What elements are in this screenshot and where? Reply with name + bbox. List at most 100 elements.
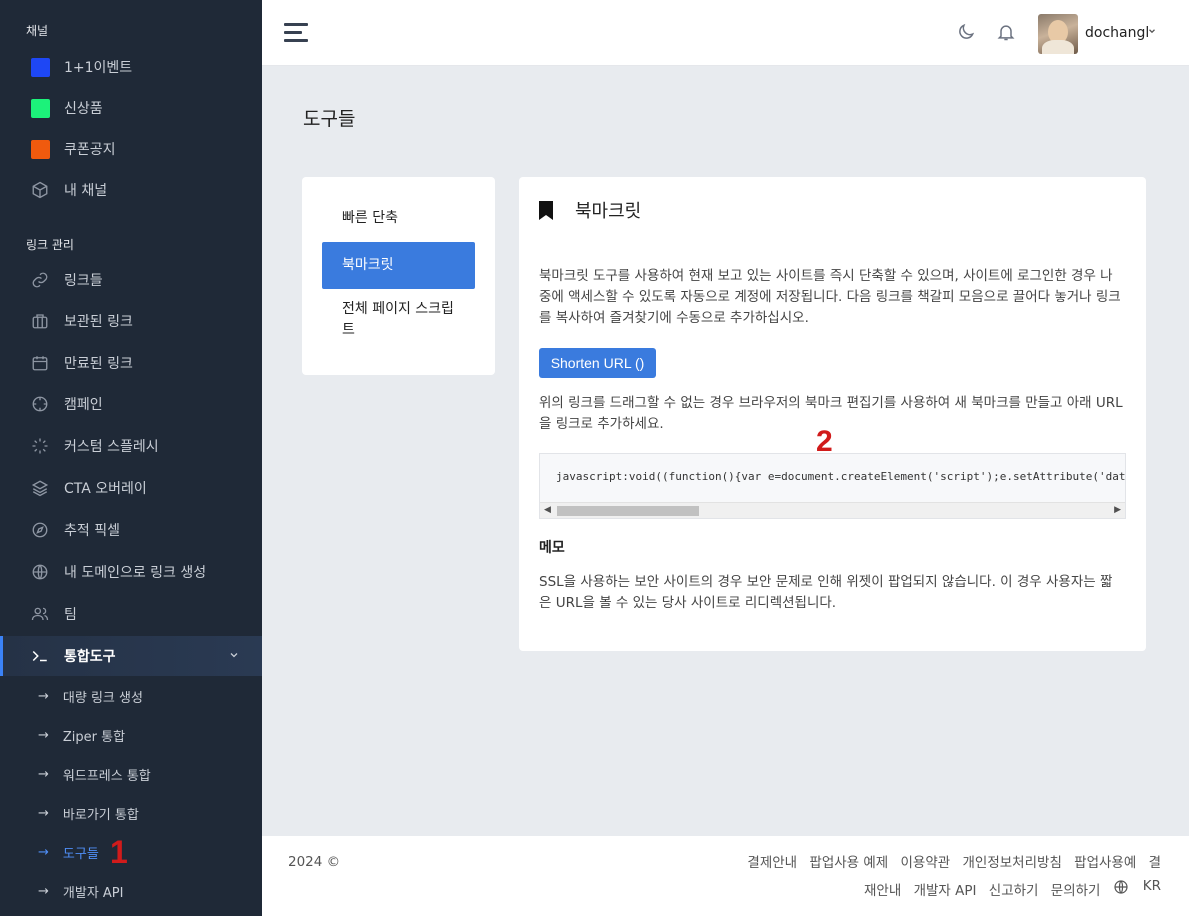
arrow-right-icon: → xyxy=(38,727,49,743)
sidebar-subitem-tools[interactable]: → 도구들 xyxy=(0,833,262,871)
sidebar-item-label: 만료된 링크 xyxy=(64,356,133,372)
sidebar-item-label: 링크들 xyxy=(64,273,103,289)
shorten-url-bookmarklet-button[interactable]: Shorten URL () xyxy=(539,348,656,378)
tab-bookmarklet[interactable]: 북마크릿 xyxy=(322,242,475,289)
sidebar-item-archived[interactable]: 보관된 링크 xyxy=(0,301,262,341)
users-icon xyxy=(30,604,50,624)
sidebar-subitem-api[interactable]: → 개발자 API xyxy=(0,872,262,910)
arrow-right-icon: → xyxy=(38,766,49,782)
bookmarklet-description: 북마크릿 도구를 사용하여 현재 보고 있는 사이트를 즉시 단축할 수 있으며… xyxy=(539,268,1121,326)
sidebar-subitem-wordpress[interactable]: → 워드프레스 통합 xyxy=(0,755,262,793)
scrollbar-thumb[interactable] xyxy=(557,506,699,516)
calendar-icon xyxy=(30,353,50,373)
memo-title: 메모 xyxy=(539,540,565,556)
tab-full-page-script[interactable]: 전체 페이지 스크립트 xyxy=(322,299,475,343)
link-icon xyxy=(30,270,50,290)
chevron-down-icon xyxy=(228,649,240,665)
footer-links: 결제안내 팝업사용 예제 이용약관 개인정보처리방침 팝업사용예 결재안내 개발… xyxy=(731,852,1161,903)
sidebar-subitem-bulk[interactable]: → 대량 링크 생성 xyxy=(0,677,262,715)
memo-text: SSL을 사용하는 보안 사이트의 경우 보안 문제로 인해 위젯이 팝업되지 … xyxy=(539,574,1113,611)
bookmarklet-code-block[interactable]: javascript:void((function(){var e=docume… xyxy=(539,453,1126,519)
box-icon xyxy=(30,180,50,200)
tools-tab-list: 빠른 단축 북마크릿 전체 페이지 스크립트 xyxy=(302,177,495,375)
sidebar-item-label: 통합도구 xyxy=(64,649,116,665)
footer-link[interactable]: 이용약관 xyxy=(901,855,951,871)
footer-link[interactable]: 팝업사용예 xyxy=(1074,855,1136,871)
footer-link[interactable]: 문의하기 xyxy=(1051,883,1101,899)
sidebar-subitem-label: 워드프레스 통합 xyxy=(62,768,151,784)
color-swatch-icon xyxy=(30,57,50,77)
sidebar-subitem-label: Ziper 통합 xyxy=(62,729,126,745)
footer-link[interactable]: 개인정보처리방침 xyxy=(963,855,1062,871)
bookmark-icon xyxy=(539,200,553,220)
sidebar-item-label: 캠페인 xyxy=(64,397,103,413)
sidebar-item-label: 신상품 xyxy=(64,101,103,117)
sidebar-item-label: 1+1이벤트 xyxy=(64,60,133,76)
sidebar-item-channel-2[interactable]: 신상품 xyxy=(0,88,262,128)
loader-icon xyxy=(30,436,50,456)
username[interactable]: dochangl xyxy=(1085,25,1149,41)
sidebar-item-label: 팀 xyxy=(64,607,77,623)
scroll-left-icon[interactable]: ◀ xyxy=(544,505,551,515)
sidebar-subitem-label: 대량 링크 생성 xyxy=(62,690,143,706)
sidebar-item-pixel[interactable]: 추적 픽셀 xyxy=(0,510,262,550)
arrow-right-icon: → xyxy=(38,844,49,860)
arrow-right-icon: → xyxy=(38,805,49,821)
copyright: 2024 © xyxy=(288,854,341,870)
globe-icon xyxy=(1114,879,1128,894)
sidebar-item-label: 커스텀 스플레시 xyxy=(64,439,159,455)
horizontal-scrollbar[interactable]: ◀ ▶ xyxy=(540,502,1125,518)
sidebar-item-label: 쿠폰공지 xyxy=(64,142,116,158)
sidebar-item-expired[interactable]: 만료된 링크 xyxy=(0,343,262,383)
sidebar-subitem-label: 개발자 API xyxy=(62,885,124,901)
sidebar-item-integrations[interactable]: 통합도구 xyxy=(0,636,262,676)
menu-toggle-icon[interactable] xyxy=(284,23,308,43)
globe-icon xyxy=(30,562,50,582)
footer-link[interactable]: 신고하기 xyxy=(989,883,1039,899)
sidebar-subitem-ziper[interactable]: → Ziper 통합 xyxy=(0,716,262,754)
terminal-icon xyxy=(30,646,50,666)
chevron-down-icon[interactable] xyxy=(1147,26,1157,39)
sidebar-item-team[interactable]: 팀 xyxy=(0,594,262,634)
arrow-right-icon: → xyxy=(38,688,49,704)
bell-icon[interactable] xyxy=(996,22,1018,44)
sidebar-subitem-label: 바로가기 통합 xyxy=(62,807,139,823)
top-bar: dochangl xyxy=(262,0,1189,66)
sidebar-item-channel-1[interactable]: 1+1이벤트 xyxy=(0,47,262,87)
tab-quick-shorten[interactable]: 빠른 단축 xyxy=(322,207,475,229)
sidebar-subitem-shortcut[interactable]: → 바로가기 통합 xyxy=(0,794,262,832)
sidebar-item-domain[interactable]: 내 도메인으로 링크 생성 xyxy=(0,552,262,592)
bookmarklet-code: javascript:void((function(){var e=docume… xyxy=(556,470,1126,483)
crosshair-icon xyxy=(30,394,50,414)
card-header: 북마크릿 xyxy=(539,197,641,223)
sidebar-subitem-label: 도구들 xyxy=(62,846,99,862)
channel-section-title: 채널 xyxy=(26,24,49,38)
footer: 2024 © 결제안내 팝업사용 예제 이용약관 개인정보처리방침 팝업사용예 … xyxy=(262,836,1189,916)
color-swatch-icon xyxy=(30,139,50,159)
sidebar-item-label: CTA 오버레이 xyxy=(64,481,147,497)
sidebar-item-label: 추적 픽셀 xyxy=(64,523,120,539)
sidebar-item-campaign[interactable]: 캠페인 xyxy=(0,384,262,424)
arrow-right-icon: → xyxy=(38,883,49,899)
language-label: KR xyxy=(1142,878,1161,894)
sidebar-item-splash[interactable]: 커스텀 스플레시 xyxy=(0,426,262,466)
avatar[interactable] xyxy=(1038,14,1078,54)
color-swatch-icon xyxy=(30,98,50,118)
sidebar-item-my-channel[interactable]: 내 채널 xyxy=(0,170,262,210)
sidebar-item-channel-3[interactable]: 쿠폰공지 xyxy=(0,129,262,169)
moon-icon[interactable] xyxy=(956,22,978,44)
compass-icon xyxy=(30,520,50,540)
sidebar-item-label: 내 도메인으로 링크 생성 xyxy=(64,565,207,581)
links-section-title: 링크 관리 xyxy=(26,238,74,252)
card-title: 북마크릿 xyxy=(575,201,642,222)
page-title: 도구들 xyxy=(303,108,356,130)
sidebar-item-cta[interactable]: CTA 오버레이 xyxy=(0,468,262,508)
footer-link[interactable]: 개발자 API xyxy=(914,883,977,899)
annotation-marker-1: 1 xyxy=(110,834,128,870)
scroll-right-icon[interactable]: ▶ xyxy=(1114,505,1121,515)
language-selector[interactable]: KR xyxy=(1113,875,1161,898)
footer-link[interactable]: 결제안내 xyxy=(747,855,797,871)
footer-link[interactable]: 팝업사용 예제 xyxy=(809,855,888,871)
sidebar-item-links[interactable]: 링크들 xyxy=(0,260,262,300)
archive-icon xyxy=(30,311,50,331)
